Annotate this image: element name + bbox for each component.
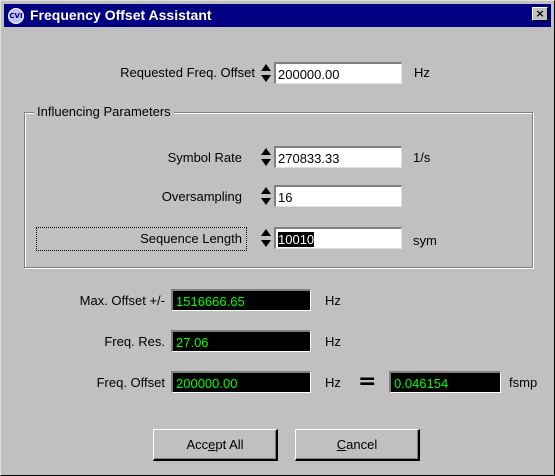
freq-res-label: Freq. Res. — [104, 334, 165, 349]
sequence-length-selected-text: 10010 — [278, 232, 315, 247]
requested-offset-unit: Hz — [414, 65, 430, 80]
requested-offset-label: Requested Freq. Offset — [120, 65, 255, 80]
spin-up-icon[interactable] — [261, 148, 271, 155]
symbol-rate-unit: 1/s — [413, 150, 431, 165]
requested-offset-spinner[interactable] — [260, 63, 272, 83]
close-button[interactable]: × — [532, 7, 548, 21]
spin-up-icon[interactable] — [261, 229, 271, 236]
influencing-parameters-title: Influencing Parameters — [34, 104, 174, 119]
dialog-window: CVI Frequency Offset Assistant × Request… — [0, 0, 555, 476]
freq-res-display: 27.06 — [171, 330, 311, 352]
spin-up-icon[interactable] — [261, 64, 271, 71]
max-offset-display: 1516666.65 — [171, 289, 311, 311]
accept-all-label-pre: Acc — [186, 437, 209, 452]
symbol-rate-input[interactable]: 270833.33 — [274, 146, 402, 168]
spin-down-icon[interactable] — [261, 75, 271, 82]
window-title: Frequency Offset Assistant — [30, 7, 212, 23]
freq-offset-unit: Hz — [325, 375, 341, 390]
sequence-length-input[interactable]: 10010 — [274, 227, 402, 249]
oversampling-label: Oversampling — [161, 189, 242, 204]
cancel-label-post: ancel — [346, 437, 378, 452]
symbol-rate-label: Symbol Rate — [167, 150, 242, 165]
spin-down-icon[interactable] — [261, 159, 271, 166]
accept-all-label-post: pt All — [215, 437, 244, 452]
freq-offset-display: 200000.00 — [171, 371, 311, 393]
spin-up-icon[interactable] — [261, 187, 271, 194]
spin-down-icon[interactable] — [261, 198, 271, 205]
app-icon: CVI — [8, 8, 24, 24]
normalized-offset-display: 0.046154 — [389, 371, 501, 393]
cancel-button[interactable]: Cancel — [295, 429, 420, 461]
sequence-length-spinner[interactable] — [260, 228, 272, 248]
equals-sign: = — [358, 369, 377, 394]
max-offset-label: Max. Offset +/- — [79, 293, 165, 308]
sequence-length-unit: sym — [413, 233, 437, 248]
requested-offset-input[interactable]: 200000.00 — [274, 62, 402, 84]
max-offset-unit: Hz — [325, 293, 341, 308]
accept-all-button[interactable]: Accept All — [153, 429, 278, 461]
symbol-rate-spinner[interactable] — [260, 147, 272, 167]
freq-offset-label: Freq. Offset — [96, 375, 165, 390]
normalized-offset-unit: fsmp — [509, 375, 538, 390]
spin-down-icon[interactable] — [261, 240, 271, 247]
cancel-hotkey: C — [336, 437, 347, 452]
oversampling-spinner[interactable] — [260, 186, 272, 206]
freq-res-unit: Hz — [325, 334, 341, 349]
oversampling-input[interactable]: 16 — [274, 185, 402, 207]
title-bar[interactable]: CVI Frequency Offset Assistant × — [4, 4, 551, 27]
sequence-length-label: Sequence Length — [140, 231, 242, 246]
